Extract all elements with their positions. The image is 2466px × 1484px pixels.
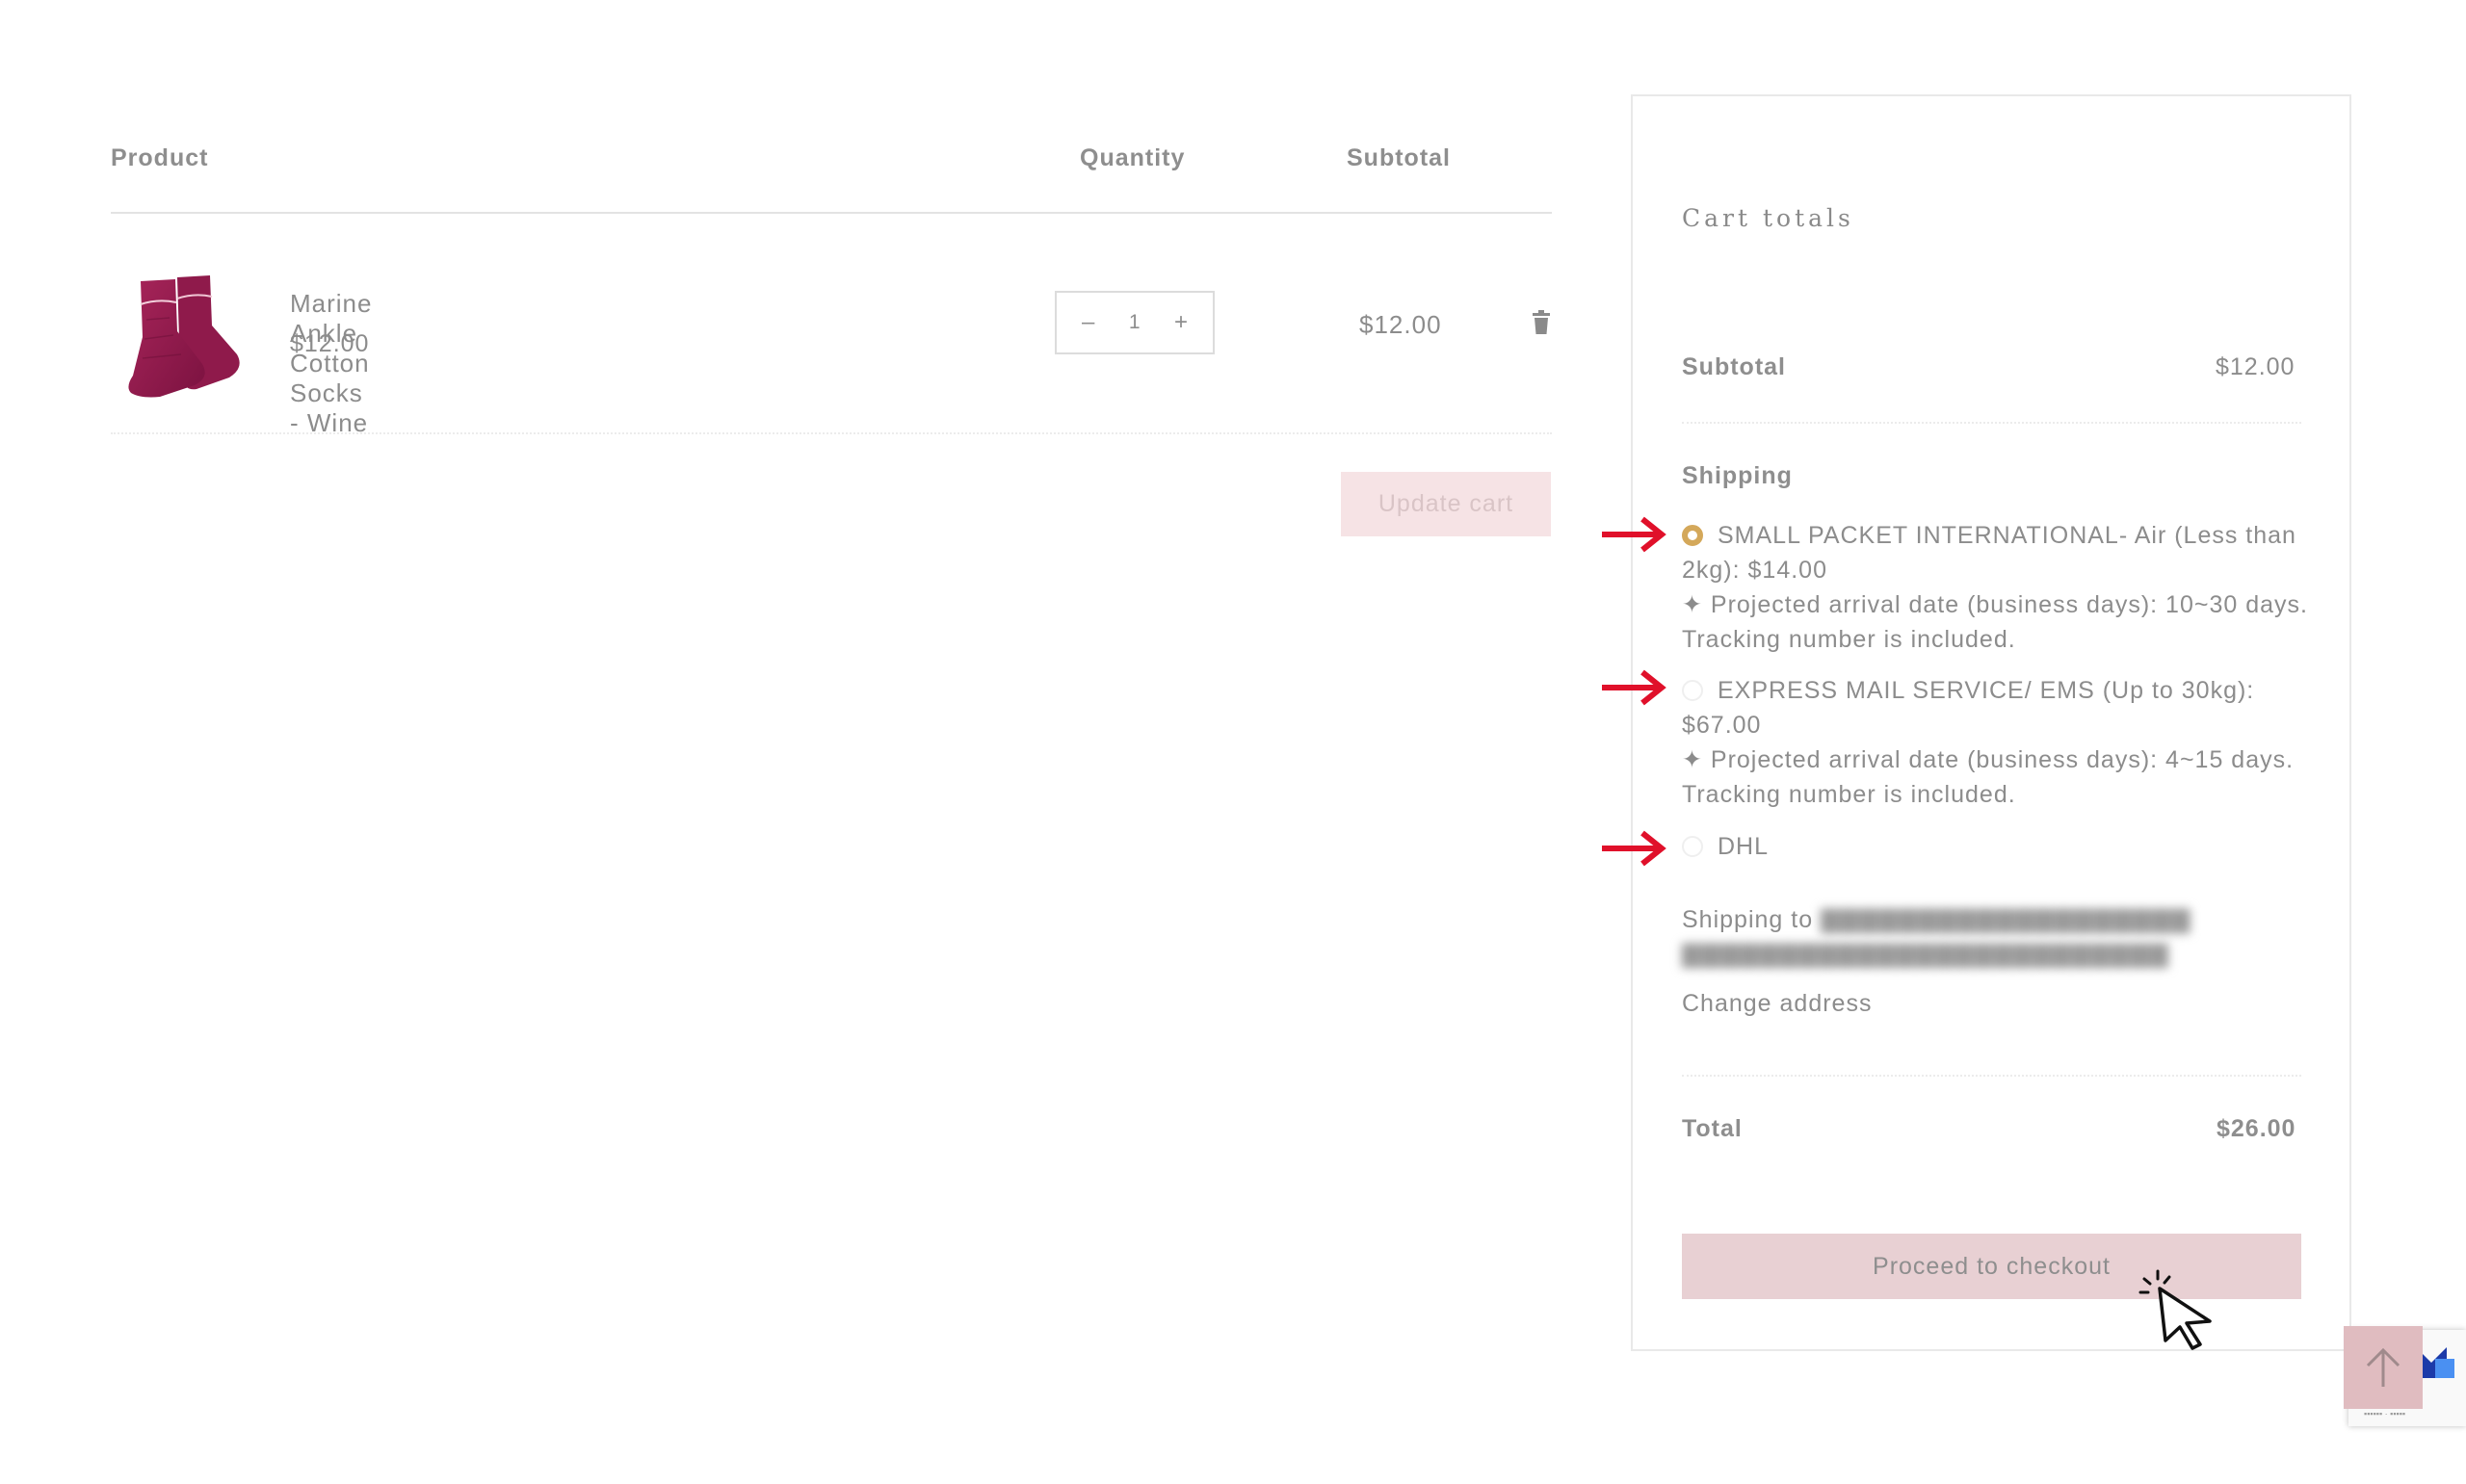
cart-totals-title: Cart totals [1682,204,1854,232]
trash-icon[interactable] [1531,310,1552,335]
shipping-option-label[interactable]: DHL [1718,833,1769,860]
shipping-option-detail: ✦ Projected arrival date (business days)… [1682,746,2295,808]
shipping-destination: Shipping to ▇▇▇▇▇▇▇▇▇▇▇▇▇▇▇▇▇▇▇ ▇▇▇▇▇▇▇▇… [1682,902,2308,972]
total-label: Total [1682,1115,1743,1142]
shipping-radio-small-packet[interactable] [1682,525,1703,546]
column-header-subtotal: Subtotal [1347,144,1451,171]
shipping-radio-ems[interactable] [1682,680,1703,701]
change-address-link[interactable]: Change address [1682,990,1872,1018]
product-name-link[interactable]: Marine Ankle Cotton Socks - Wine [290,289,372,438]
shipping-option-label[interactable]: EXPRESS MAIL SERVICE/ EMS (Up to 30kg): … [1682,677,2254,739]
column-header-product: Product [111,144,209,171]
row-divider [111,432,1552,434]
column-header-quantity: Quantity [1080,144,1186,171]
recaptcha-terms-icon: ▪▪▪▪▪▪ · ▪▪▪▪▪ [2364,1409,2406,1419]
red-arrow-icon [1602,830,1666,867]
update-cart-button[interactable]: Update cart [1341,472,1551,536]
product-price: $12.00 [290,330,370,357]
shipping-option-detail: ✦ Projected arrival date (business days)… [1682,591,2308,653]
blurred-address: ▇▇▇▇▇▇▇▇▇▇▇▇▇▇▇▇▇▇▇ [1821,906,2191,933]
shipping-option-dhl: DHL [1682,829,2308,864]
line-subtotal: $12.00 [1359,310,1442,339]
header-divider [111,212,1552,214]
arrow-up-icon [2366,1347,2400,1387]
subtotal-label: Subtotal [1682,353,1786,380]
shipping-radio-dhl[interactable] [1682,836,1703,857]
red-arrow-icon [1602,669,1666,706]
quantity-stepper: – 1 + [1055,291,1215,354]
quantity-input[interactable]: 1 [1129,311,1141,334]
shipping-option-small-packet: SMALL PACKET INTERNATIONAL- Air (Less th… [1682,518,2308,657]
mouse-pointer-icon [2138,1269,2212,1350]
quantity-increase-button[interactable]: + [1174,309,1188,336]
scroll-to-top-button[interactable] [2344,1326,2423,1409]
total-divider [1682,1075,2301,1077]
subtotal-divider [1682,422,2301,424]
shipping-option-label[interactable]: SMALL PACKET INTERNATIONAL- Air (Less th… [1682,522,2296,584]
shipping-to-label: Shipping to [1682,906,1814,933]
blurred-address-line-2: ▇▇▇▇▇▇▇▇▇▇▇▇▇▇▇▇▇▇▇▇▇▇▇▇▇ [1682,941,2169,968]
shipping-label: Shipping [1682,462,1793,489]
subtotal-value: $12.00 [2216,353,2295,380]
red-arrow-icon [1602,516,1666,553]
product-image[interactable] [121,272,242,399]
total-value: $26.00 [2217,1115,2296,1142]
quantity-decrease-button[interactable]: – [1082,309,1094,336]
shipping-option-ems: EXPRESS MAIL SERVICE/ EMS (Up to 30kg): … [1682,673,2308,812]
